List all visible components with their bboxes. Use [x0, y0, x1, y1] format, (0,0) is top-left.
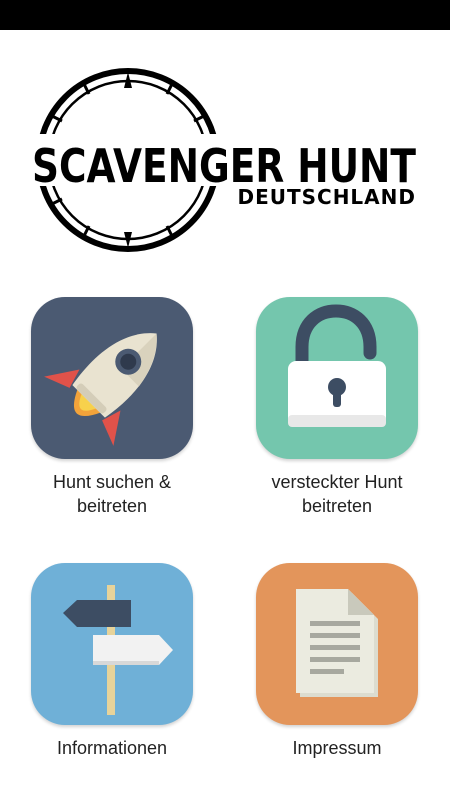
open-padlock-icon — [288, 304, 386, 427]
document-icon — [296, 589, 378, 697]
join-hidden-hunt-tile[interactable] — [256, 297, 418, 459]
search-join-hunt-button[interactable]: Hunt suchen & beitreten — [31, 297, 193, 518]
join-hidden-hunt-label-line1: versteckter Hunt — [271, 472, 403, 492]
imprint-tile[interactable] — [256, 563, 418, 725]
signpost-icon — [63, 585, 173, 715]
search-join-hunt-label-line2: beitreten — [76, 496, 148, 516]
join-hidden-hunt-label-line2: beitreten — [301, 496, 373, 516]
information-button[interactable]: Informationen — [31, 563, 193, 760]
join-hidden-hunt-button[interactable]: versteckter Hunt beitreten — [256, 297, 418, 518]
status-bar — [0, 0, 450, 30]
logo-subtitle: DEUTSCHLAND — [237, 185, 416, 209]
search-join-hunt-label-line1: Hunt suchen & — [52, 472, 172, 492]
information-label: Informationen — [56, 738, 168, 758]
search-join-hunt-label: Hunt suchen & beitreten — [31, 470, 193, 518]
rocket-icon — [44, 333, 157, 446]
search-join-hunt-tile[interactable] — [31, 297, 193, 459]
information-tile[interactable] — [31, 563, 193, 725]
imprint-button[interactable]: Impressum — [256, 563, 418, 760]
join-hidden-hunt-label: versteckter Hunt beitreten — [256, 470, 418, 518]
app-logo: SCAVENGER HUNT DEUTSCHLAND — [28, 62, 428, 262]
imprint-label: Impressum — [292, 738, 382, 758]
